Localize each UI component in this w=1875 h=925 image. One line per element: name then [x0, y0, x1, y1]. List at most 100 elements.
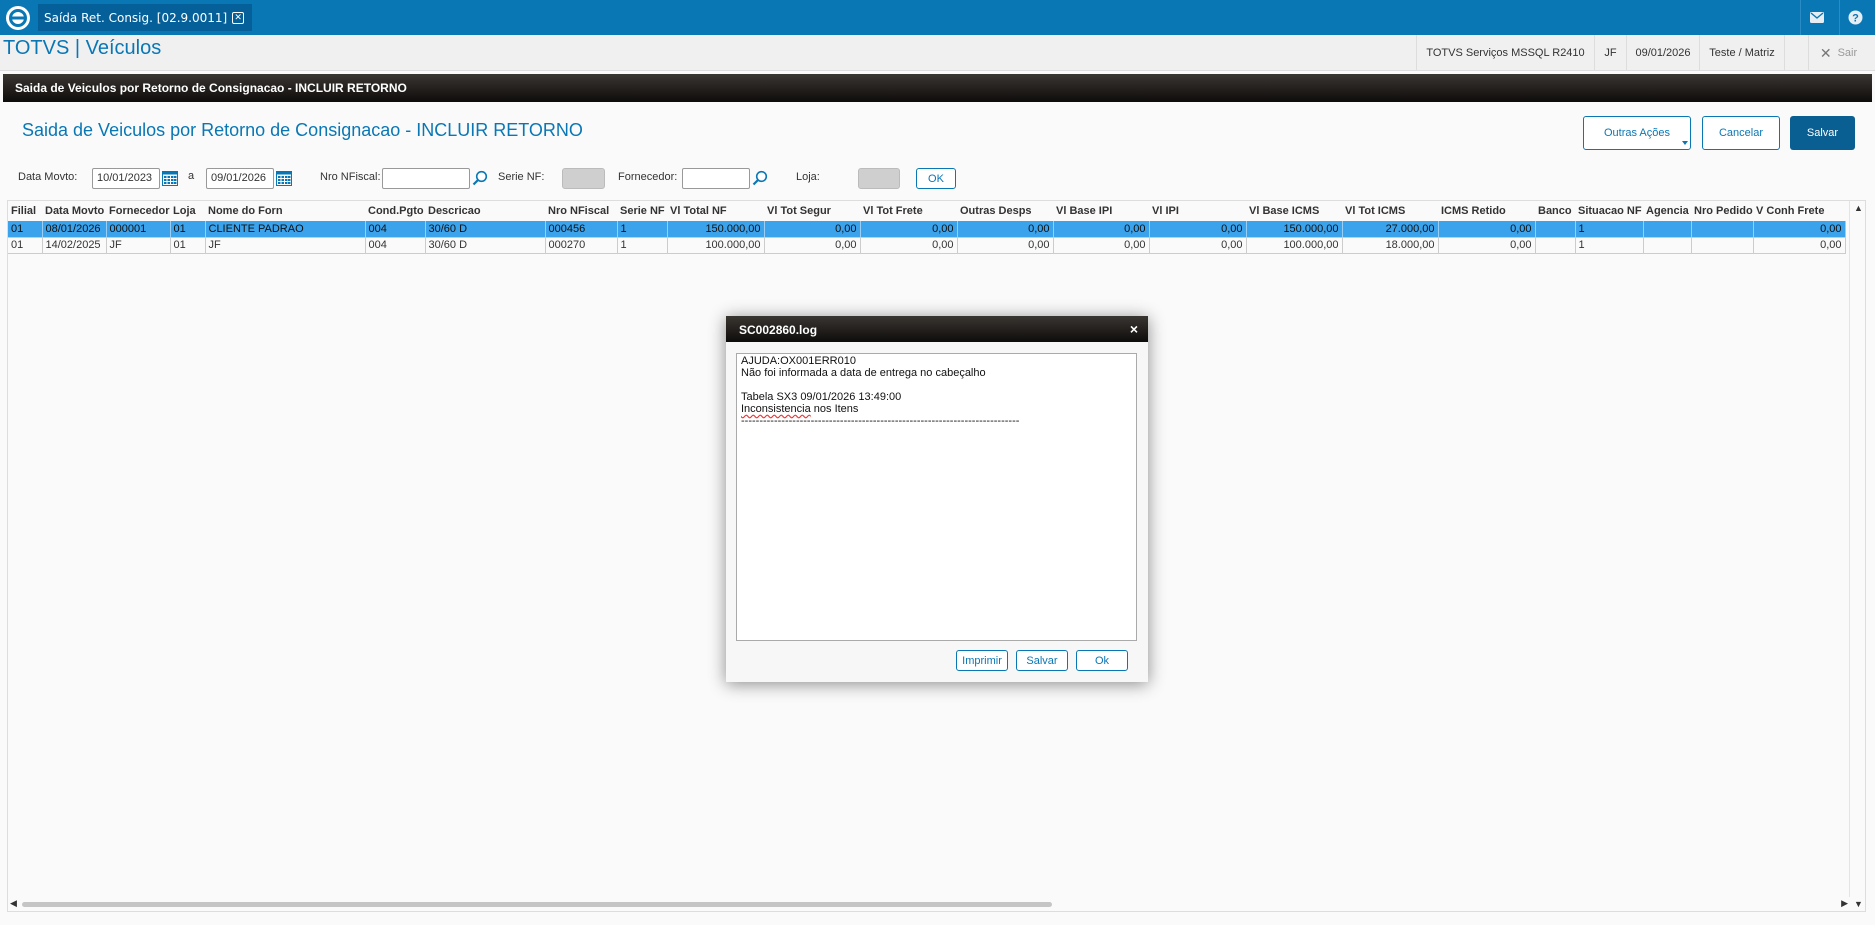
table-cell: 18.000,00 — [1342, 237, 1439, 254]
page-title: Saida de Veiculos por Retorno de Consign… — [22, 120, 583, 140]
column-header[interactable]: Descricao — [425, 201, 545, 221]
log-textarea[interactable]: AJUDA:OX001ERR010 Não foi informada a da… — [736, 353, 1137, 641]
table-row[interactable]: 01 14/02/2025 JF 01 JF 004 30/60 D 000270 1 100.0… — [8, 237, 1846, 254]
table-cell: 30/60 D — [425, 237, 546, 254]
save-label: Salvar — [1806, 127, 1839, 139]
column-header[interactable]: V Conh Frete — [1753, 201, 1845, 221]
log-dialog-title: SC002860.log — [739, 323, 818, 337]
tab-saida-ret-consig[interactable]: Saída Ret. Consig. [02.9.0011] ✕ — [38, 4, 253, 31]
column-header[interactable]: Vl Base ICMS — [1246, 201, 1342, 221]
close-icon: ✕ — [1819, 44, 1832, 61]
table-cell — [1691, 221, 1754, 238]
cancel-button[interactable]: Cancelar — [1702, 116, 1780, 150]
column-header[interactable]: Data Movto — [42, 201, 106, 221]
tab-label: Saída Ret. Consig. [02.9.0011] — [44, 10, 228, 25]
other-actions-button[interactable]: Outras Ações — [1583, 116, 1691, 150]
table-cell: 1 — [617, 221, 668, 238]
column-header[interactable]: Nro Pedido — [1691, 201, 1753, 221]
search-icon[interactable] — [472, 170, 488, 186]
column-header[interactable]: Situacao NF — [1575, 201, 1643, 221]
horizontal-scroll-thumb[interactable] — [22, 902, 1052, 907]
tab-close-icon[interactable]: ✕ — [232, 11, 245, 24]
table-cell: 0,00 — [957, 237, 1054, 254]
exit-label: Sair — [1837, 47, 1858, 59]
print-button[interactable]: Imprimir — [956, 650, 1008, 671]
column-header[interactable]: Cond.Pgto — [365, 201, 425, 221]
column-header[interactable]: Filial — [8, 201, 42, 221]
store-input[interactable] — [858, 168, 900, 189]
print-label: Imprimir — [962, 654, 1002, 667]
nf-input[interactable] — [382, 168, 470, 189]
exit-button[interactable]: ✕ Sair — [1808, 35, 1868, 71]
mail-icon[interactable] — [1800, 0, 1832, 35]
table-cell: 14/02/2025 — [42, 237, 107, 254]
column-header[interactable]: Loja — [170, 201, 205, 221]
totvs-logo-icon[interactable] — [3, 3, 33, 33]
close-icon[interactable]: × — [1130, 321, 1138, 337]
app-header: TOTVS | Veículos TOTVS Serviços MSSQL R2… — [0, 35, 1875, 71]
column-header[interactable]: Vl IPI — [1149, 201, 1246, 221]
save-button[interactable]: Salvar — [1790, 116, 1855, 150]
table-cell: JF — [205, 237, 366, 254]
log-line-inconsistency-rest: nos Itens — [810, 403, 859, 415]
horizontal-scrollbar[interactable]: ◀ ▶ — [8, 897, 1850, 911]
other-actions-label: Outras Ações — [1603, 127, 1671, 139]
log-line-message: Não foi informada a data de entrega no c… — [741, 367, 986, 379]
top-tab-bar: Saída Ret. Consig. [02.9.0011] ✕ ? — [0, 0, 1875, 35]
search-icon[interactable] — [752, 170, 768, 186]
environment-info: TOTVS Serviços MSSQL R2410 — [1416, 35, 1594, 71]
column-header[interactable]: Vl Total NF — [667, 201, 764, 221]
column-header[interactable]: Fornecedor — [106, 201, 170, 221]
table-cell: 01 — [170, 221, 206, 238]
log-line-table: Tabela SX3 09/01/2026 13:49:00 — [741, 391, 902, 403]
column-header[interactable]: Banco — [1535, 201, 1575, 221]
column-header[interactable]: Nro NFiscal — [545, 201, 617, 221]
table-cell: 0,00 — [1149, 221, 1247, 238]
filter-ok-button[interactable]: OK — [916, 168, 956, 189]
log-line-help-code: AJUDA:OX001ERR010 — [741, 355, 856, 367]
table-cell: 100.000,00 — [1246, 237, 1343, 254]
calendar-icon[interactable] — [162, 170, 178, 186]
serie-input[interactable] — [562, 168, 605, 189]
supplier-input[interactable] — [682, 168, 750, 189]
log-ok-label: Ok — [1094, 654, 1110, 667]
calendar-icon[interactable] — [276, 170, 292, 186]
column-header[interactable]: Outras Desps — [957, 201, 1053, 221]
table-cell — [1643, 221, 1692, 238]
column-header[interactable]: Serie NF — [617, 201, 667, 221]
table-cell: 1 — [1575, 221, 1644, 238]
column-header[interactable]: Vl Tot ICMS — [1342, 201, 1438, 221]
table-cell — [1535, 237, 1576, 254]
scroll-left-icon[interactable]: ◀ — [10, 898, 17, 909]
scroll-right-icon[interactable]: ▶ — [1841, 898, 1848, 909]
log-ok-button[interactable]: Ok — [1076, 650, 1128, 671]
table-cell: 0,00 — [957, 221, 1054, 238]
table-cell: 30/60 D — [425, 221, 546, 238]
results-table: Filial Data Movto Fornecedor Loja Nome do Fo… — [8, 201, 1846, 254]
table-cell: 000456 — [545, 221, 618, 238]
column-header[interactable]: ICMS Retido — [1438, 201, 1535, 221]
log-save-button[interactable]: Salvar — [1016, 650, 1068, 671]
column-header[interactable]: Vl Tot Segur — [764, 201, 860, 221]
scroll-down-icon[interactable]: ▼ — [1854, 899, 1863, 909]
date-from-input[interactable]: 10/01/2023 — [92, 168, 160, 189]
date-to-input[interactable]: 09/01/2026 — [206, 168, 274, 189]
log-dialog-header: SC002860.log × — [726, 316, 1148, 342]
help-icon[interactable]: ? — [1839, 0, 1871, 35]
log-save-label: Salvar — [1026, 654, 1058, 667]
vertical-scrollbar[interactable]: ▲ ▼ — [1849, 201, 1865, 911]
column-header[interactable]: Vl Tot Frete — [860, 201, 957, 221]
table-cell: 1 — [617, 237, 668, 254]
table-cell — [1691, 237, 1754, 254]
table-cell: 0,00 — [860, 237, 958, 254]
scroll-up-icon[interactable]: ▲ — [1854, 203, 1863, 213]
table-cell: 01 — [170, 237, 206, 254]
table-cell: 0,00 — [860, 221, 958, 238]
column-header[interactable]: Nome do Forn — [205, 201, 365, 221]
column-header[interactable]: Agencia — [1643, 201, 1691, 221]
column-header[interactable]: Vl Base IPI — [1053, 201, 1149, 221]
table-row[interactable]: 01 08/01/2026 000001 01 CLIENTE PADRAO 004 30/… — [8, 221, 1846, 238]
table-cell — [1535, 221, 1576, 238]
table-cell: 0,00 — [1753, 237, 1846, 254]
table-cell: 150.000,00 — [1246, 221, 1343, 238]
